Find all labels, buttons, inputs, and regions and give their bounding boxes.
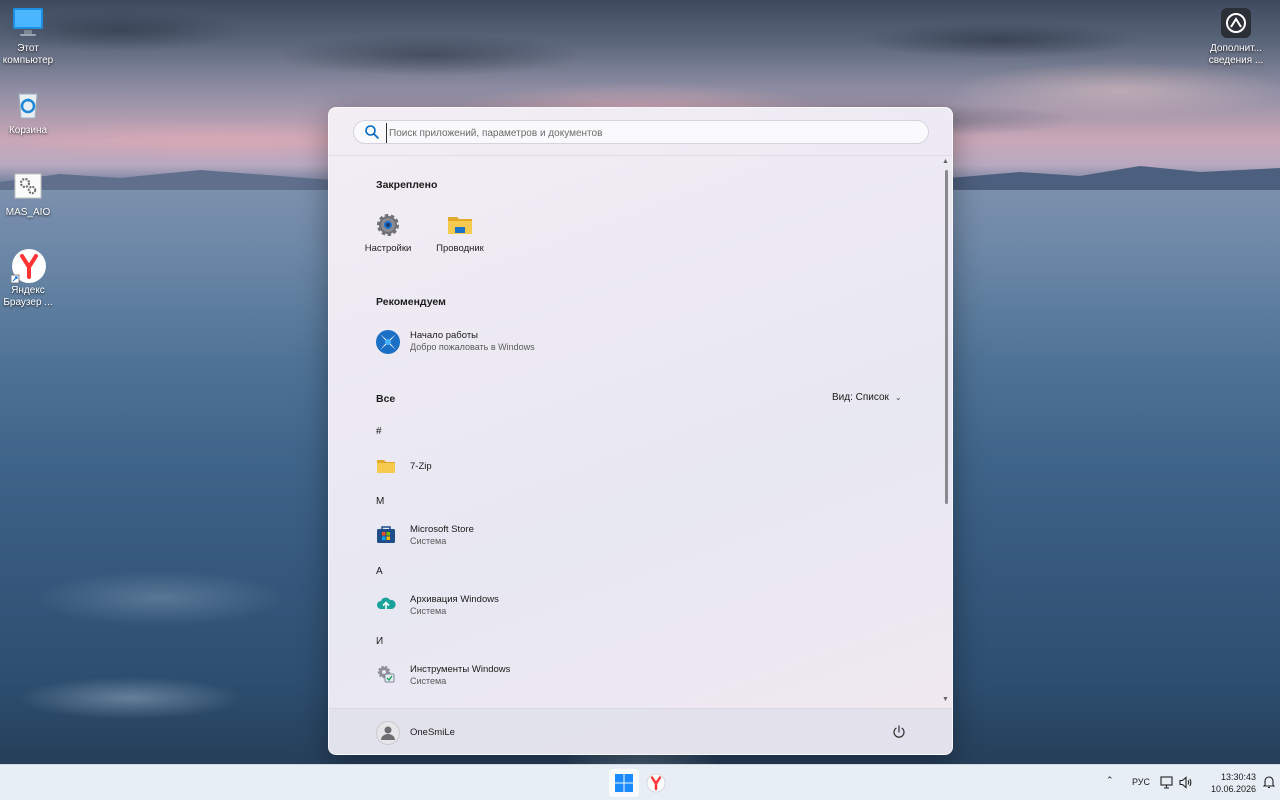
- recommended-item-title: Начало работы: [410, 330, 479, 341]
- get-started-icon: [376, 330, 400, 354]
- scrollbar-thumb[interactable]: [945, 170, 948, 504]
- desktop-icon-label: Яндекс Браузер ...: [3, 285, 53, 308]
- search-input[interactable]: [386, 123, 921, 143]
- taskbar-yandex-browser[interactable]: [641, 769, 671, 797]
- start-button[interactable]: [609, 769, 639, 797]
- settings-script-icon: [11, 170, 45, 204]
- app-name: Инструменты Windows: [410, 664, 511, 675]
- desktop-icon-this-pc[interactable]: Этот компьютер: [0, 6, 60, 67]
- desktop-icon-label: Дополнит... сведения ...: [1208, 43, 1264, 66]
- recommended-section-title: Рекомендуем: [376, 296, 446, 308]
- user-avatar[interactable]: [376, 721, 400, 745]
- monitor-icon: [11, 6, 45, 40]
- clock-time: 13:30:43: [1220, 772, 1256, 782]
- scroll-up-icon[interactable]: ▲: [942, 158, 949, 165]
- search-box[interactable]: [353, 120, 929, 144]
- yandex-browser-icon: [10, 248, 46, 284]
- yandex-browser-icon: [646, 773, 666, 793]
- app-name: Архивация Windows: [410, 594, 499, 605]
- letter-header-m[interactable]: M: [376, 496, 384, 507]
- app-category: Система: [410, 676, 447, 686]
- desktop-icon-label: MAS_AIO: [5, 207, 51, 218]
- pinned-section-title: Закреплено: [376, 179, 438, 191]
- pinned-item-settings[interactable]: Настройки: [355, 212, 421, 254]
- network-icon[interactable]: [1160, 776, 1174, 789]
- app-list-item-7zip[interactable]: 7-Zip: [376, 453, 896, 481]
- input-language-indicator[interactable]: РУС: [1132, 777, 1150, 787]
- letter-header-hash[interactable]: #: [376, 426, 382, 437]
- start-menu: Закреплено Настройки Проводник Рекоменду…: [328, 107, 953, 755]
- store-icon: [376, 524, 396, 544]
- letter-header-i[interactable]: И: [376, 636, 383, 647]
- user-icon: [381, 726, 395, 740]
- start-search-bar: [329, 108, 952, 156]
- all-apps-section-title: Все: [376, 393, 396, 405]
- app-name: 7-Zip: [410, 461, 432, 472]
- app-name: Microsoft Store: [410, 524, 474, 535]
- power-icon[interactable]: [891, 724, 907, 740]
- desktop-icon-yandex-browser[interactable]: Яндекс Браузер ...: [0, 248, 60, 309]
- tools-icon: [376, 664, 396, 684]
- folder-icon: [376, 456, 396, 476]
- pinned-item-label: Настройки: [364, 243, 412, 254]
- desktop-icon-label: Этот компьютер: [2, 43, 54, 66]
- cloud-backup-icon: [376, 594, 396, 614]
- clock-date: 10.06.2026: [1210, 784, 1256, 794]
- desktop-icon-label: Корзина: [8, 125, 48, 136]
- gear-icon: [375, 212, 401, 238]
- app-category: Система: [410, 536, 447, 546]
- taskbar: ⌃ РУС 13:30:43 10.06.2026: [0, 764, 1280, 800]
- scroll-down-icon[interactable]: ▼: [942, 696, 949, 703]
- app-list-item-windows-backup[interactable]: Архивация Windows Система: [376, 591, 896, 619]
- letter-header-a[interactable]: A: [376, 566, 383, 577]
- show-hidden-icons-chevron-icon[interactable]: ⌃: [1106, 775, 1114, 786]
- app-category: Система: [410, 606, 447, 616]
- view-mode-label: Вид: Список: [832, 392, 889, 403]
- folder-icon: [447, 212, 473, 238]
- desktop-icon-additional-info[interactable]: Дополнит... сведения ...: [1204, 6, 1268, 67]
- view-mode-dropdown[interactable]: Вид: Список ⌄: [832, 392, 902, 403]
- search-icon: [365, 125, 379, 139]
- recycle-bin-icon: [11, 88, 45, 122]
- start-menu-footer: OneSmiLe: [329, 708, 952, 754]
- recommended-item-get-started[interactable]: Начало работы Добро пожаловать в Windows: [376, 328, 676, 356]
- volume-icon[interactable]: [1179, 776, 1193, 789]
- app-list-item-windows-tools[interactable]: Инструменты Windows Система: [376, 661, 896, 689]
- desktop-icon-recycle-bin[interactable]: Корзина: [0, 88, 60, 137]
- pinned-item-label: Проводник: [436, 243, 484, 254]
- recommended-item-subtitle: Добро пожаловать в Windows: [410, 342, 535, 352]
- windows-logo-icon: [615, 774, 633, 792]
- desktop-icon-mas-aio[interactable]: MAS_AIO: [0, 170, 60, 219]
- pinned-item-explorer[interactable]: Проводник: [427, 212, 493, 254]
- chevron-down-icon: ⌄: [894, 393, 902, 402]
- app-list-item-microsoft-store[interactable]: Microsoft Store Система: [376, 521, 896, 549]
- notification-bell-icon[interactable]: [1263, 775, 1275, 789]
- system-clock[interactable]: 13:30:43 10.06.2026: [1200, 771, 1256, 795]
- info-app-icon: [1219, 6, 1253, 40]
- user-name[interactable]: OneSmiLe: [410, 727, 455, 738]
- app-list-scrollbar[interactable]: ▲ ▼: [941, 158, 951, 706]
